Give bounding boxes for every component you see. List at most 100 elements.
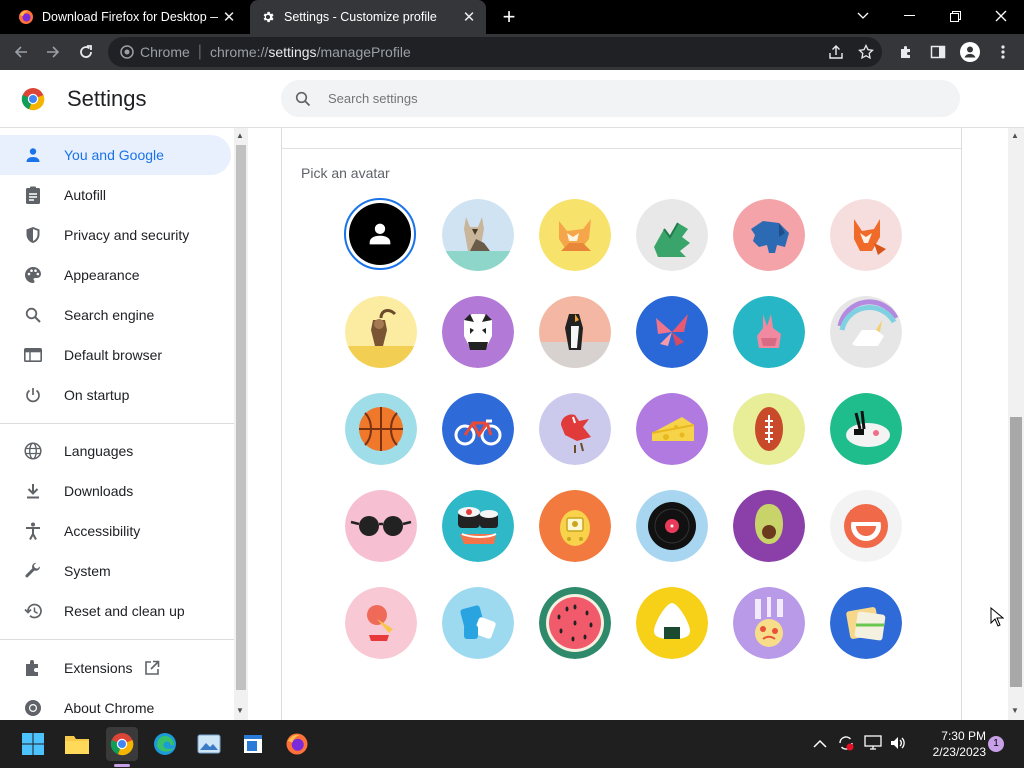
close-tab-icon[interactable]: ✕ [458,6,480,28]
avatar-origami-penguin[interactable] [539,296,611,368]
avatar-origami-cat[interactable] [442,199,514,271]
avatar-generic-person[interactable] [344,198,416,270]
edge-icon[interactable] [150,729,180,759]
notepad-icon[interactable] [238,729,268,759]
avatar-origami-dragon[interactable] [636,199,708,271]
sidebar-item-appearance[interactable]: Appearance [0,255,231,295]
avatar-watermelon[interactable] [539,587,611,659]
sidebar-item-label: Privacy and security [64,227,190,243]
sidebar-item-reset-and-clean-up[interactable]: Reset and clean up [0,591,231,631]
system-clock[interactable]: 7:30 PM 2/23/2023 [916,728,986,760]
avatar-ice-cream[interactable] [345,587,417,659]
sidebar-item-on-startup[interactable]: On startup [0,375,231,415]
avatar-origami-butterfly[interactable] [636,296,708,368]
bookmark-star-icon[interactable] [858,43,874,65]
sidebar-item-system[interactable]: System [0,551,231,591]
tab-search-icon[interactable] [840,0,886,32]
share-icon[interactable] [828,44,844,65]
restore-button[interactable] [932,0,978,32]
scroll-up-arrow-icon[interactable]: ▲ [236,131,244,140]
sidebar-scrollbar-thumb[interactable] [236,145,246,690]
mouse-cursor-icon [990,606,1005,632]
sync-icon[interactable] [837,734,855,757]
menu-kebab-icon[interactable] [990,40,1016,64]
avatar-onigiri[interactable] [636,587,708,659]
avatar-origami-unicorn[interactable] [830,296,902,368]
sidebar-item-you-and-google[interactable]: You and Google [0,135,231,175]
avatar-ice-cubes[interactable] [442,587,514,659]
sidebar-item-privacy-and-security[interactable]: Privacy and security [0,215,231,255]
power-icon [23,385,43,405]
sidebar-item-autofill[interactable]: Autofill [0,175,231,215]
sidebar-item-default-browser[interactable]: Default browser [0,335,231,375]
firefox-taskbar-icon[interactable] [282,729,312,759]
volume-icon[interactable] [889,735,907,756]
avatar-origami-monkey[interactable] [345,296,417,368]
notification-badge[interactable]: 1 [988,736,1004,752]
sidebar-item-label: Extensions [64,660,133,676]
sidebar-item-downloads[interactable]: Downloads [0,471,231,511]
sidebar-item-languages[interactable]: Languages [0,431,231,471]
active-app-indicator [114,764,130,767]
avatar-football[interactable] [733,393,805,465]
avatar-tamagotchi[interactable] [539,490,611,562]
minimize-button[interactable] [886,0,932,32]
avatar-origami-red-fox[interactable] [830,199,902,271]
chrome-taskbar-icon[interactable] [106,727,138,761]
side-panel-icon[interactable] [925,40,951,64]
sidebar-item-label: Search engine [64,307,155,323]
avatar-sandwich[interactable] [830,587,902,659]
wrench-icon [23,561,43,581]
back-button[interactable] [8,40,34,64]
avatar-avocado[interactable] [733,490,805,562]
avatar-pizza[interactable] [733,587,805,659]
globe-icon [23,441,43,461]
network-icon[interactable] [864,735,882,756]
avatar-origami-elephant[interactable] [733,199,805,271]
tab-firefox-download[interactable]: Download Firefox for Desktop — ✕ [8,0,246,34]
avatar-origami-panda[interactable] [442,296,514,368]
search-settings-box[interactable] [281,80,960,117]
extensions-icon[interactable] [893,40,919,64]
sidebar-item-about-chrome[interactable]: About Chrome [0,688,231,720]
avatar-red-bird[interactable] [539,393,611,465]
forward-button[interactable] [40,40,66,64]
close-window-button[interactable] [978,0,1024,32]
download-icon [23,481,43,501]
windows-taskbar: 7:30 PM 2/23/2023 1 [0,720,1024,768]
avatar-vinyl-record[interactable] [636,490,708,562]
scroll-up-arrow-icon[interactable]: ▲ [1011,131,1019,140]
browser-window-icon [23,345,43,365]
profile-avatar-icon[interactable] [957,40,983,64]
avatar-origami-rabbit[interactable] [733,296,805,368]
photos-icon[interactable] [194,729,224,759]
tab-settings[interactable]: Settings - Customize profile ✕ [250,0,486,34]
avatar-origami-fox[interactable] [539,199,611,271]
search-input[interactable] [328,91,928,106]
avatar-basketball[interactable] [345,393,417,465]
sidebar-item-search-engine[interactable]: Search engine [0,295,231,335]
scroll-down-arrow-icon[interactable]: ▼ [236,706,244,715]
reload-button[interactable] [73,40,99,64]
address-bar[interactable]: Chrome | chrome://settings/manageProfile [108,37,882,67]
sidebar-item-extensions[interactable]: Extensions [0,648,231,688]
avatar-bicycle[interactable] [442,393,514,465]
page-scrollbar-thumb[interactable] [1010,417,1022,687]
avatar-sushi[interactable] [442,490,514,562]
palette-icon [23,265,43,285]
file-explorer-icon[interactable] [62,729,92,759]
avatar-smiley[interactable] [830,490,902,562]
sidebar-item-accessibility[interactable]: Accessibility [0,511,231,551]
sidebar-divider [0,423,234,424]
scroll-down-arrow-icon[interactable]: ▼ [1011,706,1019,715]
avatar-cheese[interactable] [636,393,708,465]
site-label: Chrome [140,44,190,60]
sidebar-item-label: You and Google [64,147,164,163]
new-tab-button[interactable]: + [497,4,521,29]
avatar-rice-bowl[interactable] [830,393,902,465]
close-tab-icon[interactable]: ✕ [218,6,240,28]
show-hidden-icons-chevron-icon[interactable] [813,736,827,754]
chrome-logo-icon [21,87,45,116]
avatar-sunglasses[interactable] [345,490,417,562]
windows-start-icon[interactable] [18,729,48,759]
